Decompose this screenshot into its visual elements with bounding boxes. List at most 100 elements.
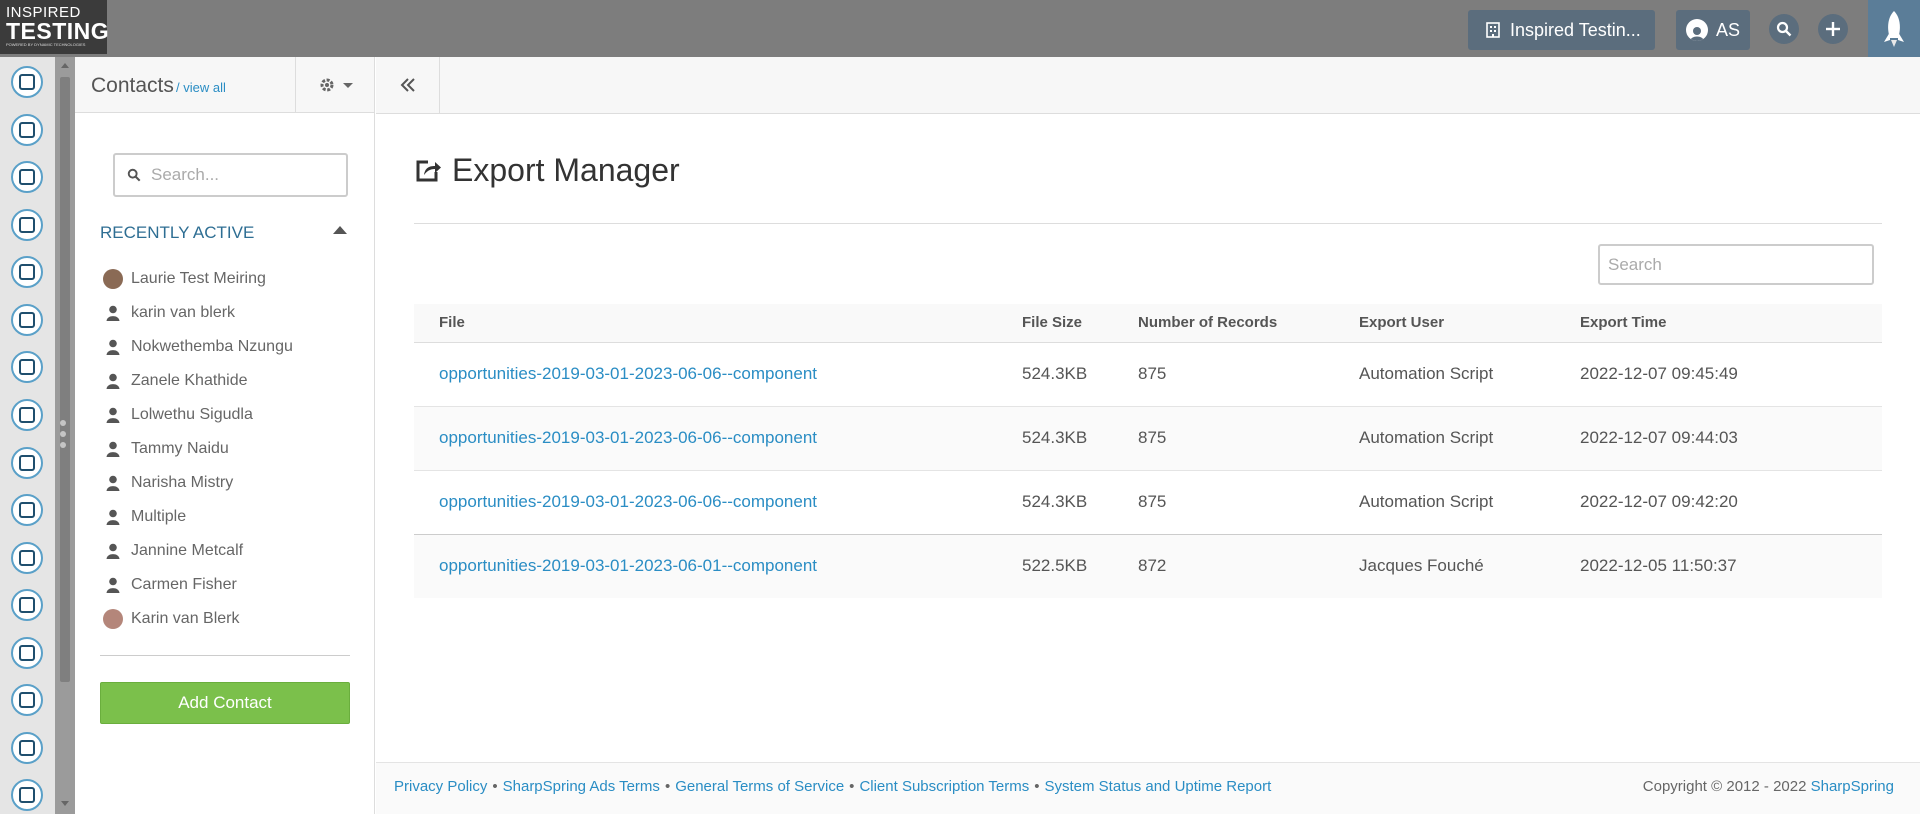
- recent-contact-item[interactable]: Zanele Khathide: [103, 364, 353, 398]
- collapse-recent-icon[interactable]: [333, 226, 347, 234]
- contact-name[interactable]: Lolwethu Sigudla: [131, 406, 253, 424]
- copyright-text: Copyright © 2012 - 2022: [1642, 778, 1807, 795]
- contact-name[interactable]: Zanele Khathide: [131, 372, 248, 390]
- export-file-link[interactable]: opportunities-2019-03-01-2023-06-06--com…: [439, 492, 817, 511]
- megaphone-icon[interactable]: [11, 351, 43, 383]
- recent-contact-item[interactable]: Nokwethemba Nzungu: [103, 330, 353, 364]
- person-icon: [103, 337, 123, 357]
- person-icon: [103, 473, 123, 493]
- contact-search-box[interactable]: [113, 153, 348, 197]
- chat-icon[interactable]: [11, 399, 43, 431]
- workflow-icon[interactable]: [11, 256, 43, 288]
- chart-icon[interactable]: [11, 684, 43, 716]
- contact-search-input[interactable]: [151, 165, 331, 185]
- export-file-link[interactable]: opportunities-2019-03-01-2023-06-06--com…: [439, 364, 817, 383]
- table-search-input[interactable]: [1598, 244, 1874, 285]
- recent-contact-item[interactable]: Tammy Naidu: [103, 432, 353, 466]
- recent-contact-item[interactable]: karin van blerk: [103, 296, 353, 330]
- clipboard-icon[interactable]: [11, 161, 43, 193]
- recent-contact-item[interactable]: Laurie Test Meiring: [103, 262, 353, 296]
- export-file-link[interactable]: opportunities-2019-03-01-2023-06-01--com…: [439, 556, 817, 575]
- recently-active-heading: RECENTLY ACTIVE: [100, 223, 255, 242]
- scrollbar-thumb[interactable]: [60, 77, 70, 682]
- ads-terms-link[interactable]: SharpSpring Ads Terms: [503, 778, 660, 795]
- contacts-icon[interactable]: [11, 66, 43, 98]
- contact-name[interactable]: Tammy Naidu: [131, 440, 229, 458]
- system-status-link[interactable]: System Status and Uptime Report: [1045, 778, 1272, 795]
- recent-contact-item[interactable]: Narisha Mistry: [103, 466, 353, 500]
- tv-icon[interactable]: [11, 494, 43, 526]
- search-icon: [1776, 21, 1792, 37]
- file-size: 522.5KB: [1022, 534, 1138, 598]
- global-search-button[interactable]: [1769, 14, 1799, 44]
- company-logo[interactable]: INSPIRED TESTING POWERED BY DYNAMIC TECH…: [0, 0, 110, 54]
- calendar-icon[interactable]: [11, 589, 43, 621]
- footer-separator: •: [492, 778, 498, 795]
- plus-icon: [1826, 22, 1840, 36]
- main-content: Export Manager File File Size Number of …: [376, 57, 1920, 814]
- file-size: 524.3KB: [1022, 342, 1138, 407]
- add-contact-button[interactable]: Add Contact: [100, 682, 350, 724]
- list-icon[interactable]: [11, 304, 43, 336]
- email-icon[interactable]: [11, 114, 43, 146]
- user-initials: AS: [1716, 19, 1741, 40]
- collapse-panel-button[interactable]: [376, 57, 440, 113]
- column-header-export-time[interactable]: Export Time: [1580, 304, 1882, 343]
- contact-name[interactable]: Nokwethemba Nzungu: [131, 338, 293, 356]
- recent-contact-item[interactable]: Lolwethu Sigudla: [103, 398, 353, 432]
- person-icon: [103, 303, 123, 323]
- organization-label: Inspired Testin...: [1510, 19, 1641, 40]
- scroll-up-arrow-icon[interactable]: [61, 63, 69, 68]
- recent-contact-item[interactable]: Karin van Blerk: [103, 602, 353, 636]
- view-all-link[interactable]: / view all: [176, 80, 226, 95]
- thumbs-up-icon[interactable]: [11, 447, 43, 479]
- column-header-file-size[interactable]: File Size: [1022, 304, 1138, 343]
- contact-name[interactable]: karin van blerk: [131, 304, 235, 322]
- recently-active-list: Laurie Test Meiring karin van blerk Nokw…: [103, 262, 353, 636]
- contacts-settings-button[interactable]: [295, 57, 375, 113]
- contact-name[interactable]: Carmen Fisher: [131, 576, 237, 594]
- subscription-terms-link[interactable]: Client Subscription Terms: [859, 778, 1029, 795]
- privacy-policy-link[interactable]: Privacy Policy: [394, 778, 487, 795]
- contact-photo: [103, 269, 123, 289]
- person-icon: [103, 439, 123, 459]
- recent-contact-item[interactable]: Multiple: [103, 500, 353, 534]
- column-header-export-user[interactable]: Export User: [1359, 304, 1580, 343]
- contact-photo: [103, 609, 123, 629]
- table-row: opportunities-2019-03-01-2023-06-06--com…: [414, 342, 1882, 407]
- recent-contact-item[interactable]: Carmen Fisher: [103, 568, 353, 602]
- chevron-down-icon: [342, 82, 353, 88]
- brand-link[interactable]: SharpSpring: [1811, 778, 1894, 795]
- export-file-link[interactable]: opportunities-2019-03-01-2023-06-06--com…: [439, 428, 817, 447]
- user-settings-icon[interactable]: [11, 779, 43, 811]
- map-icon[interactable]: [11, 209, 43, 241]
- contact-name[interactable]: Multiple: [131, 508, 186, 526]
- contact-name[interactable]: Jannine Metcalf: [131, 542, 243, 560]
- contacts-panel-header: Contacts / view all: [75, 57, 374, 113]
- support-icon[interactable]: [11, 732, 43, 764]
- terms-of-service-link[interactable]: General Terms of Service: [675, 778, 844, 795]
- panel-divider: [100, 655, 350, 656]
- organization-switcher-button[interactable]: Inspired Testin...: [1468, 10, 1655, 50]
- contact-name[interactable]: Narisha Mistry: [131, 474, 233, 492]
- footer-separator: •: [664, 778, 671, 795]
- column-header-records[interactable]: Number of Records: [1138, 304, 1359, 343]
- handshake-icon[interactable]: [11, 637, 43, 669]
- user-menu-button[interactable]: AS: [1676, 10, 1750, 50]
- column-header-file[interactable]: File: [414, 304, 1022, 343]
- logo-line2: TESTING: [6, 18, 110, 44]
- page-title-text: Export Manager: [452, 152, 680, 188]
- record-count: 875: [1138, 406, 1359, 471]
- quick-add-button[interactable]: [1818, 14, 1848, 44]
- recent-contact-item[interactable]: Jannine Metcalf: [103, 534, 353, 568]
- contact-name[interactable]: Laurie Test Meiring: [131, 270, 266, 288]
- panel-resize-handle[interactable]: [60, 420, 68, 453]
- person-icon: [103, 405, 123, 425]
- record-count: 875: [1138, 342, 1359, 407]
- image-icon[interactable]: [11, 542, 43, 574]
- scroll-down-arrow-icon[interactable]: [61, 801, 69, 806]
- user-avatar-icon: [1686, 19, 1708, 41]
- contacts-panel: Contacts / view all RECENTLY ACTIVE Laur…: [75, 57, 375, 814]
- launch-button[interactable]: [1868, 0, 1920, 57]
- contact-name[interactable]: Karin van Blerk: [131, 610, 240, 628]
